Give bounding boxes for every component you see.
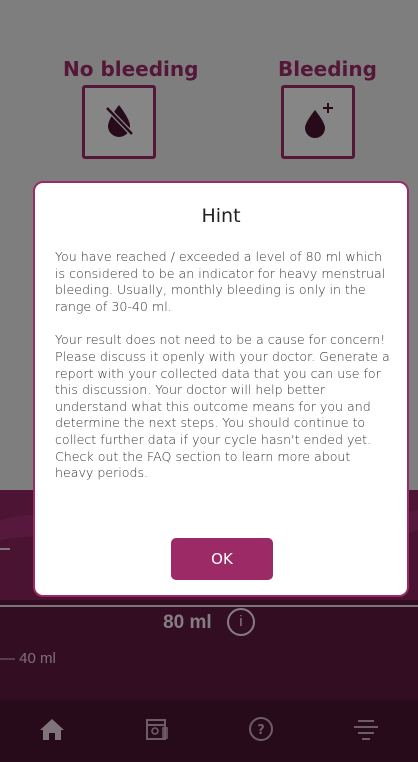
dialog-body: You have reached / exceeded a level of 8… (55, 249, 390, 499)
dialog-paragraph-2: Your result does not need to be a cause … (55, 332, 390, 481)
dialog-title: Hint (201, 205, 241, 227)
ok-button[interactable]: OK (171, 538, 273, 580)
dialog-paragraph-1: You have reached / exceeded a level of 8… (55, 249, 386, 314)
hint-dialog: Hint You have reached / exceeded a level… (33, 181, 409, 597)
